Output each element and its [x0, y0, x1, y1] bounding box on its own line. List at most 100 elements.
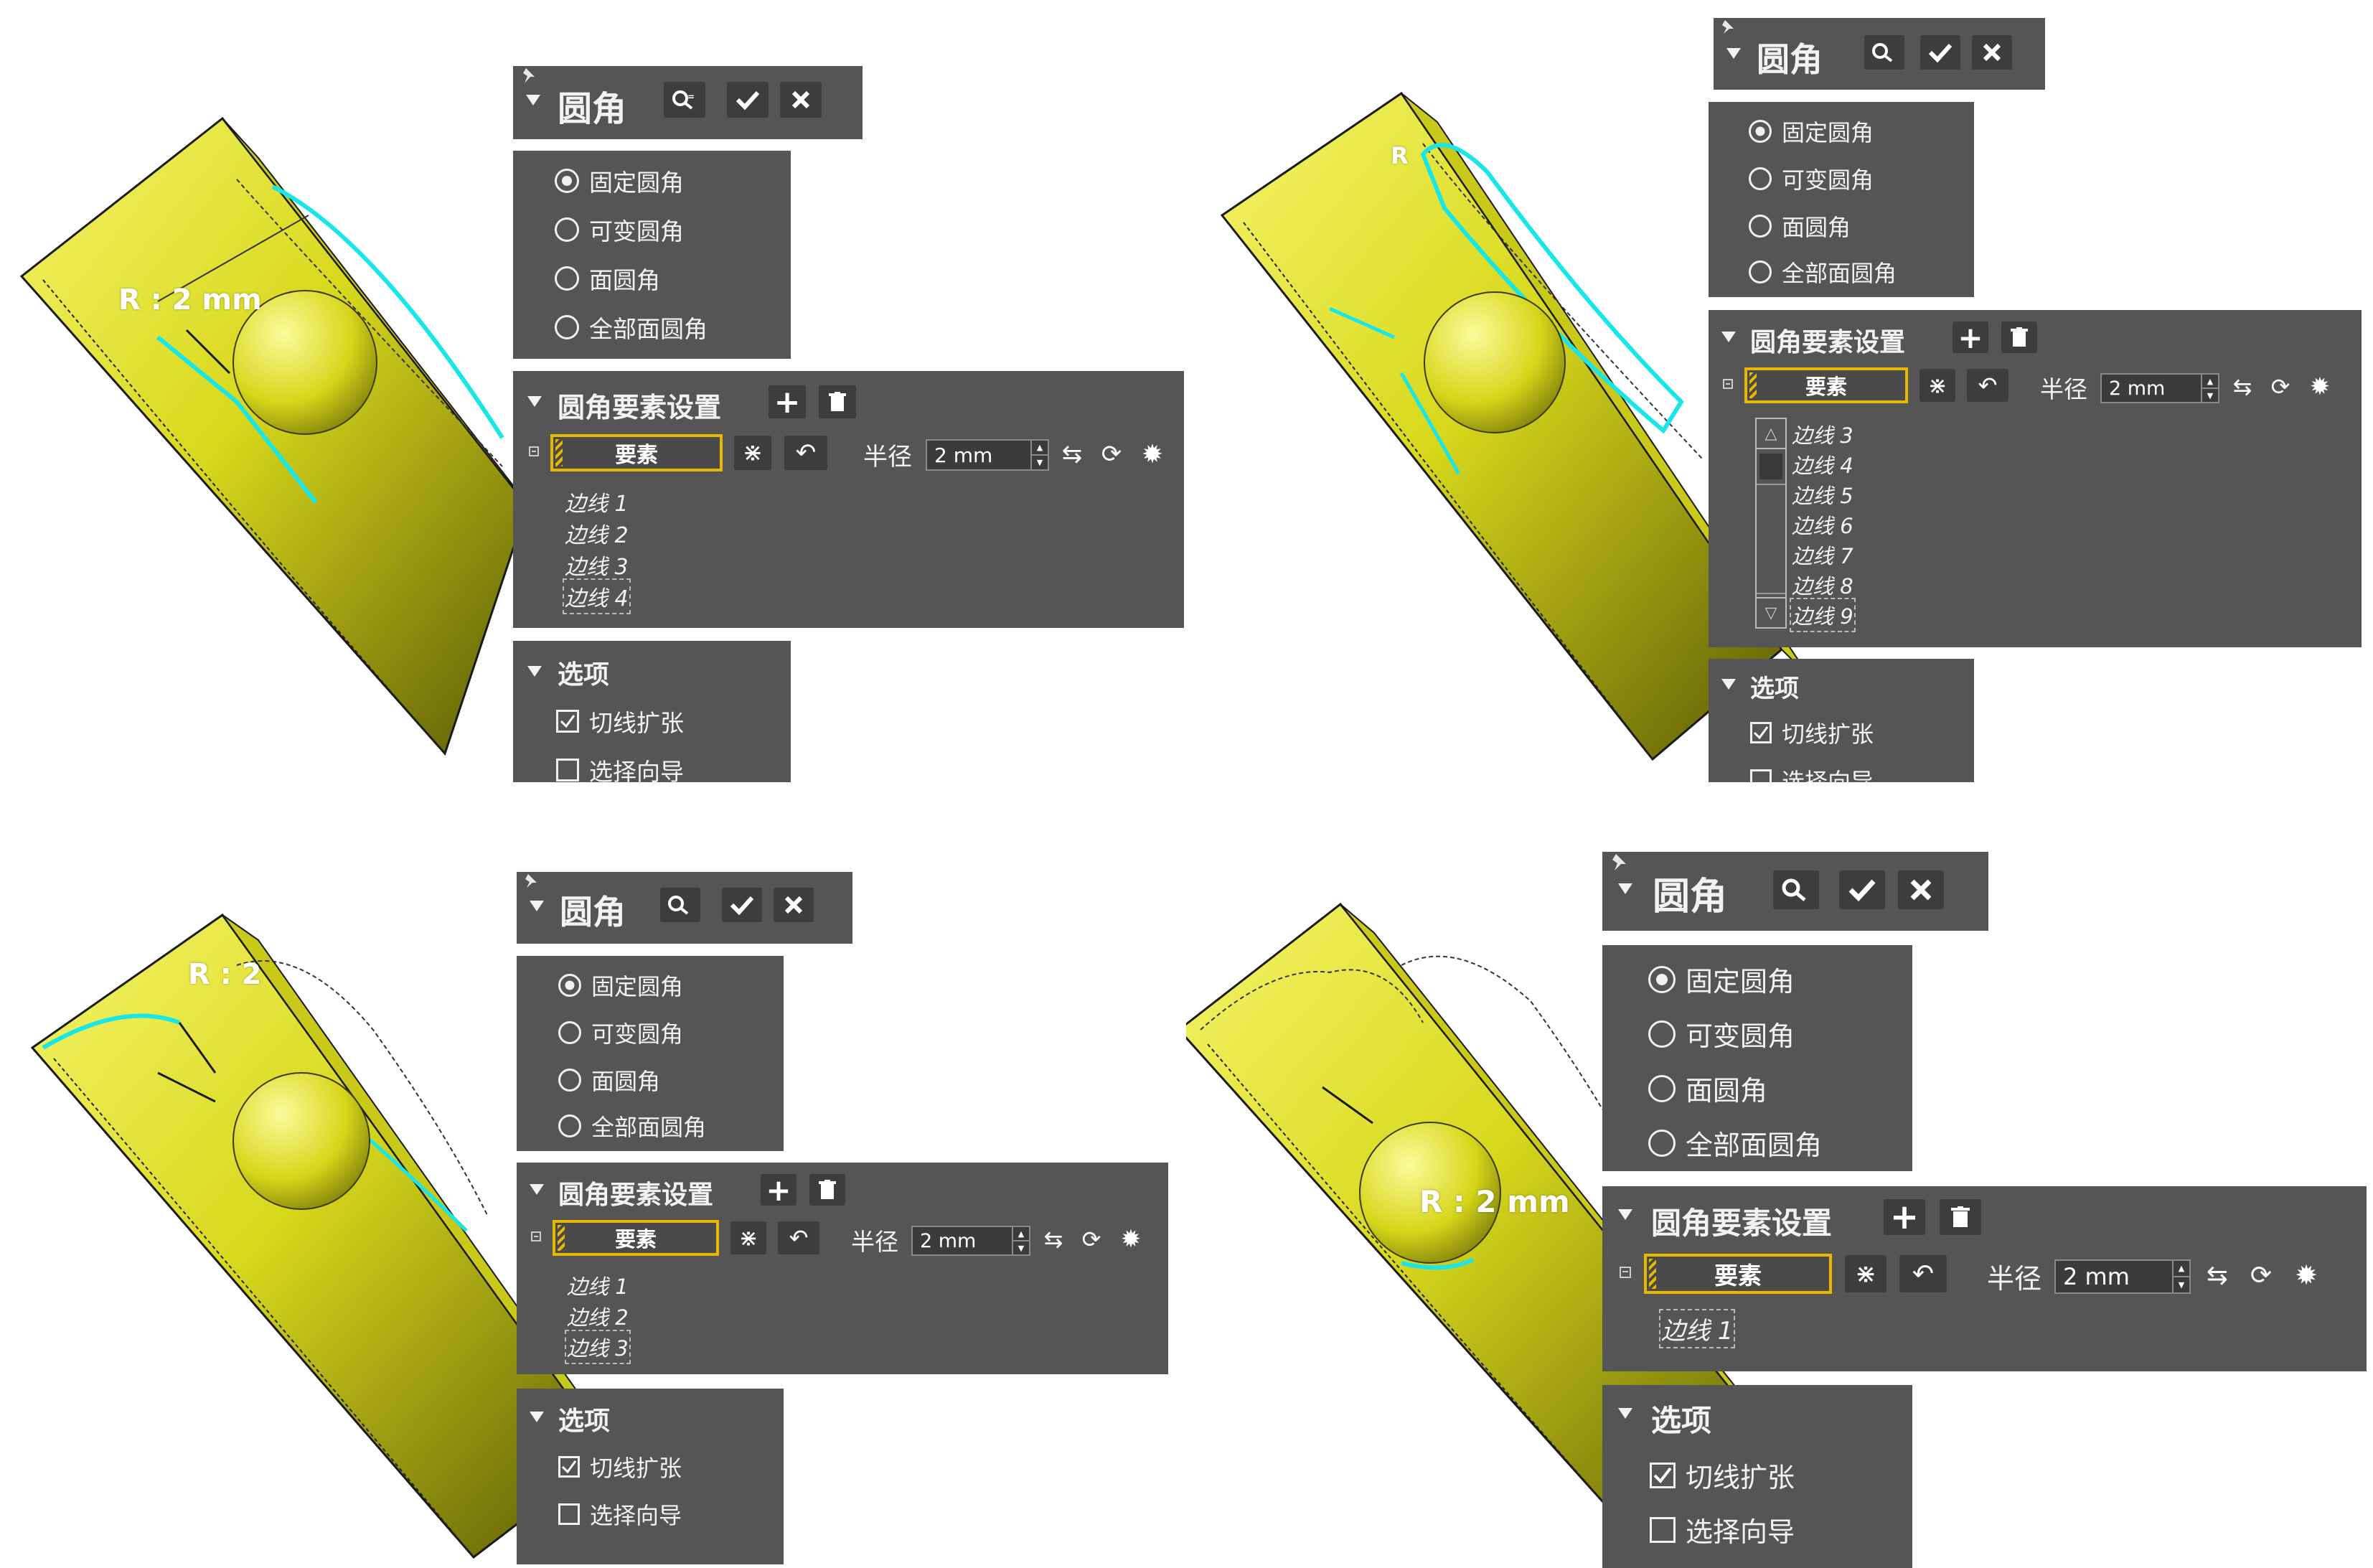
select-all-button[interactable]: ⋇	[734, 436, 771, 470]
preview-button[interactable]	[660, 888, 700, 922]
radio-button[interactable]	[555, 266, 579, 291]
spinner-arrows[interactable]: ▲ ▼	[1012, 1227, 1029, 1254]
checkbox-tangent[interactable]: 切线扩张	[556, 704, 684, 738]
spinner-arrows[interactable]: ▲ ▼	[1030, 441, 1048, 469]
collapse-arrow-icon[interactable]	[527, 666, 542, 677]
cancel-button[interactable]	[780, 82, 822, 118]
reverse-button[interactable]: ⇆	[2195, 1257, 2240, 1294]
element-field[interactable]: 要素	[553, 1220, 719, 1256]
pin-icon[interactable]	[1610, 852, 1630, 872]
undo-button[interactable]: ↶	[1899, 1255, 1947, 1292]
collapse-arrow-icon[interactable]	[527, 396, 542, 407]
radio-face-fillet[interactable]: 面圆角	[1749, 210, 1851, 243]
edge-list-item-selected[interactable]: 边线 1	[1658, 1309, 1736, 1348]
radio-variable-fillet[interactable]: 可变圆角	[1648, 1014, 1795, 1053]
edge-list-item[interactable]: 边线 1	[565, 486, 629, 517]
checkbox-checked[interactable]	[558, 1456, 580, 1478]
select-all-button[interactable]: ⋇	[1845, 1255, 1886, 1292]
edge-list-item[interactable]: 边线 7	[1792, 540, 1853, 570]
rotate-button[interactable]: ⟳	[1094, 437, 1129, 471]
scroll-up-arrow-icon[interactable]: △	[1757, 419, 1785, 449]
settings-button[interactable]: ✹	[2284, 1257, 2329, 1294]
edge-list-item-selected[interactable]: 边线 9	[1790, 598, 1856, 632]
radio-fixed-fillet[interactable]: 固定圆角	[558, 969, 683, 1002]
confirm-button[interactable]	[1839, 870, 1885, 909]
radio-button[interactable]	[555, 217, 579, 242]
radio-full-face-fillet[interactable]: 全部面圆角	[1749, 255, 1897, 288]
confirm-button[interactable]	[722, 888, 762, 922]
checkbox[interactable]	[1750, 769, 1772, 782]
radio-button-selected[interactable]	[1648, 965, 1676, 993]
checkbox-tangent[interactable]: 切线扩张	[1750, 716, 1874, 749]
collapse-arrow-icon[interactable]	[530, 1412, 544, 1422]
radio-full-face-fillet[interactable]: 全部面圆角	[558, 1109, 706, 1142]
checkbox-tangent[interactable]: 切线扩张	[1650, 1455, 1795, 1495]
radio-face-fillet[interactable]: 面圆角	[558, 1064, 660, 1097]
reverse-button[interactable]: ⇆	[1033, 1223, 1073, 1256]
radius-input[interactable]: 2 mm ▲ ▼	[911, 1226, 1030, 1256]
scroll-track[interactable]	[1757, 484, 1785, 594]
cancel-button[interactable]	[774, 888, 814, 922]
radio-variable-fillet[interactable]: 可变圆角	[558, 1016, 683, 1049]
collapse-arrow-icon[interactable]	[1721, 679, 1736, 690]
select-all-button[interactable]: ⋇	[1919, 369, 1955, 402]
checkbox-guide[interactable]: 选择向导	[558, 1498, 682, 1531]
delete-button[interactable]	[809, 1174, 845, 1206]
checkbox-guide[interactable]: 选择向导	[556, 753, 684, 782]
scroll-thumb[interactable]	[1759, 454, 1782, 479]
radio-button-selected[interactable]	[558, 974, 581, 997]
element-field[interactable]: 要素	[1644, 1254, 1832, 1294]
add-button[interactable]: +	[761, 1173, 797, 1208]
radio-button[interactable]	[1749, 260, 1772, 283]
checkbox-checked[interactable]	[1650, 1462, 1676, 1488]
radio-variable-fillet[interactable]: 可变圆角	[1749, 162, 1874, 195]
radio-button[interactable]	[558, 1069, 581, 1092]
spinner-arrows[interactable]: ▲ ▼	[2201, 375, 2218, 402]
tree-collapse-icon[interactable]	[1723, 379, 1733, 389]
checkbox-tangent[interactable]: 切线扩张	[558, 1450, 682, 1483]
checkbox-guide[interactable]: 选择向导	[1650, 1510, 1795, 1549]
edge-list-item[interactable]: 边线 4	[1792, 449, 1853, 479]
edge-list-item[interactable]: 边线 5	[1792, 479, 1853, 510]
checkbox[interactable]	[556, 759, 579, 781]
checkbox[interactable]	[1650, 1516, 1676, 1543]
element-field[interactable]: 要素	[1744, 367, 1908, 403]
checkbox[interactable]	[558, 1503, 580, 1525]
radio-fixed-fillet[interactable]: 固定圆角	[1749, 115, 1874, 148]
radio-button[interactable]	[1648, 1020, 1676, 1048]
radio-button[interactable]	[1648, 1129, 1676, 1157]
edge-list-item[interactable]: 边线 6	[1792, 510, 1853, 540]
add-button[interactable]: +	[1953, 320, 1988, 355]
undo-button[interactable]: ↶	[1967, 369, 2008, 402]
edge-list-item[interactable]: 边线 2	[567, 1301, 629, 1331]
edge-list-item[interactable]: 边线 3	[565, 549, 629, 581]
add-button[interactable]: +	[769, 384, 806, 421]
edge-list-item[interactable]: 边线 3	[1792, 419, 1853, 449]
radio-button[interactable]	[558, 1114, 581, 1137]
undo-button[interactable]: ↶	[784, 436, 827, 470]
settings-button[interactable]: ✹	[1111, 1223, 1151, 1256]
radio-button[interactable]	[1749, 215, 1772, 238]
collapse-arrow-icon[interactable]	[530, 1184, 544, 1195]
collapse-arrow-icon[interactable]	[1618, 883, 1632, 894]
rotate-button[interactable]: ⟳	[1075, 1223, 1108, 1256]
radio-variable-fillet[interactable]: 可变圆角	[555, 212, 684, 247]
preview-button[interactable]	[1864, 35, 1904, 70]
radio-face-fillet[interactable]: 面圆角	[555, 261, 660, 296]
edge-list-item-selected[interactable]: 边线 3	[565, 1330, 631, 1364]
3d-model[interactable]	[19, 116, 560, 756]
confirm-button[interactable]	[727, 82, 769, 118]
radio-button[interactable]	[555, 315, 579, 339]
pin-icon[interactable]	[522, 872, 540, 889]
spinner-arrows[interactable]: ▲ ▼	[2172, 1261, 2189, 1292]
radius-input[interactable]: 2 mm ▲ ▼	[926, 439, 1049, 471]
radius-input[interactable]: 2 mm ▲ ▼	[2054, 1259, 2191, 1294]
settings-button[interactable]: ✹	[1132, 437, 1173, 471]
element-field[interactable]: 要素	[550, 434, 723, 471]
preview-button[interactable]: =	[664, 82, 705, 118]
radio-fixed-fillet[interactable]: 固定圆角	[555, 164, 684, 198]
checkbox-guide[interactable]: 选择向导	[1750, 764, 1874, 782]
delete-button[interactable]	[2001, 321, 2037, 353]
delete-button[interactable]	[819, 385, 856, 418]
radio-button[interactable]	[558, 1021, 581, 1044]
